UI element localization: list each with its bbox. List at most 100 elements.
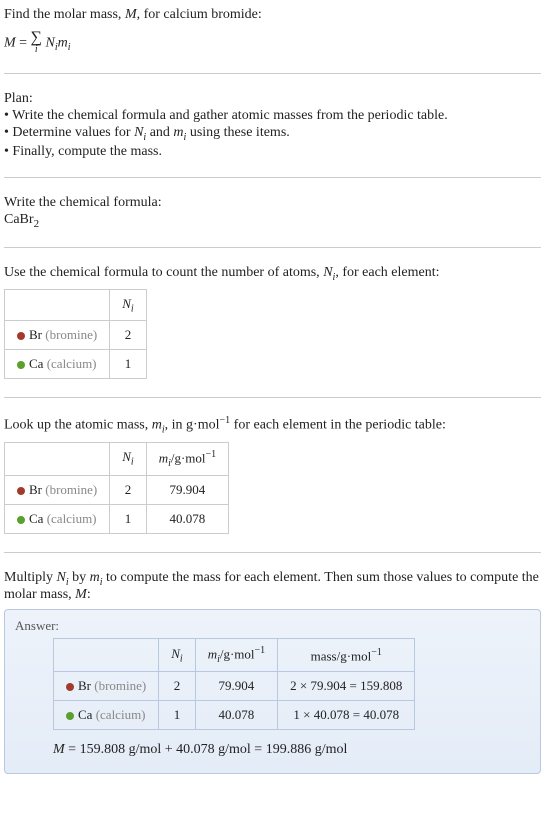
answer-content: Ni mi/g·mol−1 mass/g·mol−1 Br (bromine) … — [15, 638, 530, 758]
table-row: Br (bromine) 2 79.904 — [5, 475, 229, 504]
text: Find the molar mass, — [4, 7, 125, 22]
value-N: 2 — [110, 321, 146, 350]
idx-i: i — [68, 42, 71, 53]
divider — [4, 177, 541, 178]
plan: Plan: • Write the chemical formula and g… — [4, 88, 541, 163]
table-row: Ca (calcium) 1 40.078 1 × 40.078 = 40.07… — [54, 701, 415, 730]
value-N: 2 — [159, 672, 195, 701]
col-header-N: Ni — [110, 289, 146, 321]
var-M: M — [75, 587, 87, 602]
var-M: M — [125, 7, 137, 22]
text: Look up the atomic mass, — [4, 418, 152, 433]
table-row: Br (bromine) 2 — [5, 321, 147, 350]
step-count-atoms: Use the chemical formula to count the nu… — [4, 262, 541, 383]
element-swatch-icon — [17, 332, 25, 340]
value-N: 1 — [110, 350, 146, 379]
text: Multiply — [4, 570, 57, 585]
answer-box: Answer: Ni mi/g·mol−1 mass/g·mol−1 Br (b… — [4, 609, 541, 774]
text: : — [87, 587, 91, 602]
var-N: N — [57, 570, 66, 585]
exponent: −1 — [206, 449, 217, 460]
element-name: (calcium) — [47, 356, 97, 371]
text: using these items. — [186, 125, 289, 140]
equals: = — [16, 35, 31, 50]
table-header-row: Ni mi/g·mol−1 — [5, 442, 229, 475]
blank-header — [54, 639, 159, 672]
element-cell: Ca (calcium) — [5, 504, 110, 533]
atomic-mass-table: Ni mi/g·mol−1 Br (bromine) 2 79.904 Ca (… — [4, 442, 229, 534]
value-m: 40.078 — [146, 504, 228, 533]
element-name: (bromine) — [45, 482, 97, 497]
unit: /g·mol — [171, 450, 206, 465]
chemical-formula: CaBr2 — [4, 212, 541, 230]
value-m: 79.904 — [195, 672, 277, 701]
final-result: M = 159.808 g/mol + 40.078 g/mol = 199.8… — [53, 742, 530, 758]
sigma: ∑ — [31, 31, 42, 45]
formula-text: CaBr — [4, 212, 34, 227]
exponent: −1 — [371, 647, 382, 658]
value-m: 40.078 — [195, 701, 277, 730]
table-row: Ca (calcium) 1 40.078 — [5, 504, 229, 533]
text: for each element in the periodic table: — [230, 418, 446, 433]
idx-i: i — [131, 303, 134, 314]
plan-item: • Finally, compute the mass. — [4, 144, 541, 160]
element-swatch-icon — [17, 361, 25, 369]
divider — [4, 247, 541, 248]
element-symbol: Ca — [29, 356, 43, 371]
answer-table: Ni mi/g·mol−1 mass/g·mol−1 Br (bromine) … — [53, 638, 415, 730]
plan-item: • Write the chemical formula and gather … — [4, 108, 541, 124]
element-name: (calcium) — [96, 707, 146, 722]
step-formula: Write the chemical formula: CaBr2 — [4, 192, 541, 233]
element-name: (bromine) — [94, 678, 146, 693]
plan-item: • Determine values for Ni and mi using t… — [4, 125, 541, 143]
intro-line: Find the molar mass, M, for calcium brom… — [4, 7, 541, 23]
sum-symbol: ∑i — [31, 31, 42, 54]
table-row: Br (bromine) 2 79.904 2 × 79.904 = 159.8… — [54, 672, 415, 701]
element-symbol: Br — [78, 678, 91, 693]
text: , for calcium bromide: — [137, 7, 262, 22]
divider — [4, 552, 541, 553]
exponent: −1 — [255, 645, 266, 656]
element-cell: Br (bromine) — [5, 321, 110, 350]
var-M: M — [53, 742, 65, 757]
step-multiply: Multiply Ni by mi to compute the mass fo… — [4, 567, 541, 781]
element-symbol: Ca — [78, 707, 92, 722]
step-header: Write the chemical formula: — [4, 195, 541, 211]
var-m: m — [152, 418, 162, 433]
text: and — [146, 125, 173, 140]
text: , for each element: — [335, 265, 439, 280]
idx-i: i — [131, 457, 134, 468]
sum-index: i — [31, 45, 42, 54]
divider — [4, 73, 541, 74]
var-m: m — [173, 125, 183, 140]
molar-mass-equation: M = ∑i Nimi — [4, 25, 541, 53]
element-symbol: Br — [29, 327, 42, 342]
final-equation: = 159.808 g/mol + 40.078 g/mol = 199.886… — [65, 742, 348, 757]
value-N: 1 — [110, 504, 146, 533]
text: Use the chemical formula to count the nu… — [4, 265, 323, 280]
col-header-mass: mass/g·mol−1 — [278, 639, 415, 672]
var-m: m — [208, 647, 217, 662]
table-row: Ca (calcium) 1 — [5, 350, 147, 379]
element-symbol: Br — [29, 482, 42, 497]
col-header-m: mi/g·mol−1 — [195, 639, 277, 672]
plan-header: Plan: — [4, 91, 541, 107]
step-text: Multiply Ni by mi to compute the mass fo… — [4, 570, 541, 604]
var-N: N — [122, 449, 131, 464]
intro: Find the molar mass, M, for calcium brom… — [4, 4, 541, 59]
lhs: M — [4, 35, 16, 50]
blank-header — [5, 289, 110, 321]
divider — [4, 397, 541, 398]
col-header-N: Ni — [110, 442, 146, 475]
var-N: N — [122, 296, 131, 311]
element-swatch-icon — [17, 487, 25, 495]
text: , in g·mol — [165, 418, 220, 433]
element-cell: Br (bromine) — [5, 475, 110, 504]
element-cell: Br (bromine) — [54, 672, 159, 701]
value-mass: 2 × 79.904 = 159.808 — [278, 672, 415, 701]
step-text: Use the chemical formula to count the nu… — [4, 265, 541, 283]
idx-i: i — [180, 654, 183, 665]
element-name: (bromine) — [45, 327, 97, 342]
var-N: N — [45, 35, 54, 50]
value-mass: 1 × 40.078 = 40.078 — [278, 701, 415, 730]
